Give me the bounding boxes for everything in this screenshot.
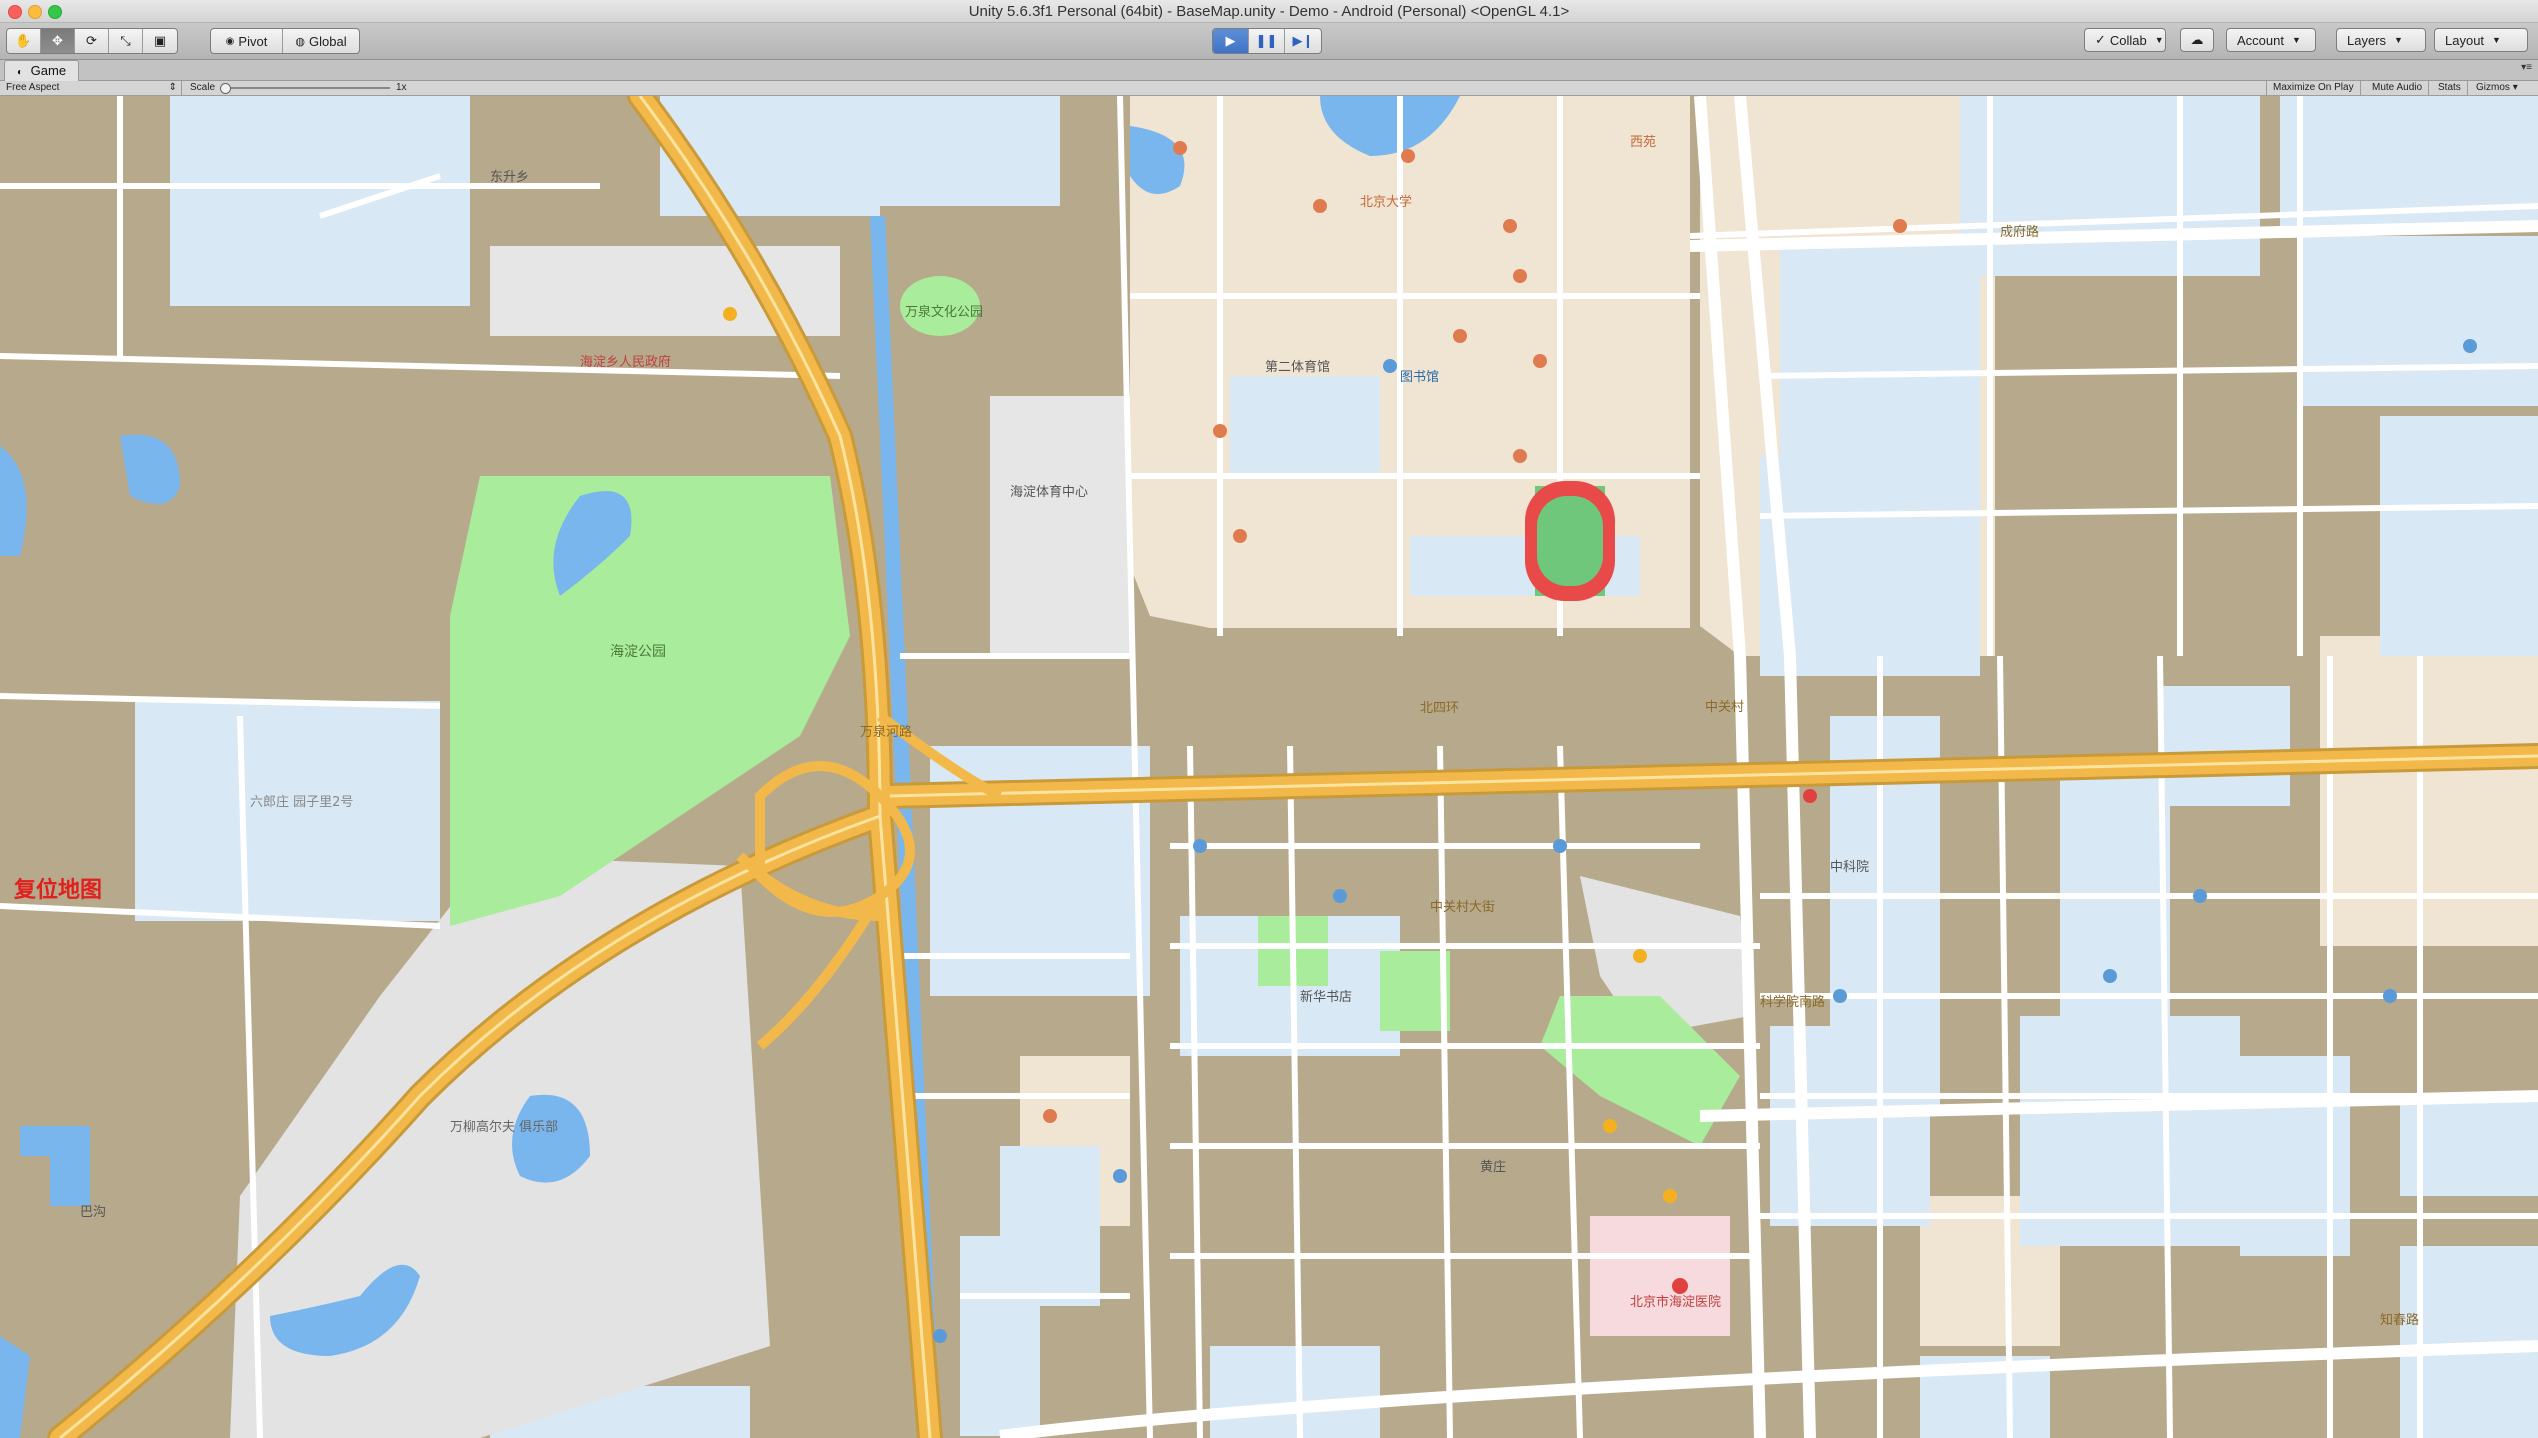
- maximize-on-play-toggle[interactable]: Maximize On Play: [2266, 81, 2361, 95]
- zhongguancun-road-label: 中关村大街: [1430, 900, 1495, 915]
- haidian-park-label: 海淀公园: [610, 644, 666, 660]
- game-viewport[interactable]: 北京大学 海淀公园 万泉文化公园 六郎庄 园子里2号 万柳高尔夫 俱乐部 北京市…: [0, 96, 2538, 1438]
- pivot-global-toggles: ◉ Pivot ◍ Global: [210, 28, 360, 54]
- liulangzhuang-label: 六郎庄 园子里2号: [250, 794, 353, 810]
- game-icon: ◐: [17, 67, 24, 78]
- hand-icon: ✋: [15, 33, 32, 48]
- tab-game-label: Game: [30, 63, 67, 78]
- park-area: [1380, 951, 1450, 1031]
- stats-toggle[interactable]: Stats: [2432, 81, 2468, 95]
- scale-value: 1x: [396, 82, 407, 93]
- hand-tool-button[interactable]: ✋: [7, 29, 41, 53]
- play-icon: ▶: [1225, 33, 1236, 48]
- huangzhuang-label: 黄庄: [1480, 1159, 1506, 1175]
- game-tab-bar: ◐ Game ▾≡: [0, 60, 2538, 81]
- base-map[interactable]: 北京大学 海淀公园 万泉文化公园 六郎庄 园子里2号 万柳高尔夫 俱乐部 北京市…: [0, 96, 2538, 1438]
- scale-label: Scale: [190, 82, 216, 93]
- layout-dropdown[interactable]: Layout ▼: [2434, 28, 2528, 52]
- account-dropdown[interactable]: Account ▼: [2226, 28, 2316, 52]
- global-label: Global: [309, 33, 347, 49]
- play-button[interactable]: ▶: [1213, 29, 1249, 53]
- cloud-button[interactable]: ☁: [2180, 28, 2214, 52]
- xiyuan-label: 西苑: [1630, 135, 1656, 150]
- rotate-tool-button[interactable]: ⟳: [75, 29, 109, 53]
- playback-controls: ▶ ❚❚ ▶❙: [1212, 28, 1322, 54]
- window-title: Unity 5.6.3f1 Personal (64bit) - BaseMap…: [968, 3, 1570, 20]
- haidian-hospital-label: 北京市海淀医院: [1630, 1294, 1721, 1310]
- move-icon: ✥: [52, 33, 63, 48]
- chevron-down-icon: ▼: [2492, 35, 2501, 45]
- stadium-field: [1537, 496, 1603, 586]
- rect-tool-button[interactable]: ▣: [143, 29, 177, 53]
- reset-map-button[interactable]: 复位地图: [14, 872, 102, 904]
- wanquanhe-road-label: 万泉河路: [860, 724, 912, 740]
- pause-icon: ❚❚: [1255, 33, 1278, 48]
- haidian-sports-label: 海淀体育中心: [1010, 484, 1088, 500]
- collab-label: Collab: [2109, 32, 2147, 48]
- mute-label: Mute Audio: [2372, 82, 2423, 93]
- scale-slider[interactable]: [220, 83, 390, 94]
- pivot-label: Pivot: [238, 33, 268, 49]
- gizmos-dropdown[interactable]: Gizmos ▾: [2470, 81, 2524, 95]
- renmin-gov-label: 海淀乡人民政府: [580, 355, 671, 370]
- layout-label: Layout: [2445, 32, 2485, 48]
- hospital-area: [1590, 1216, 1730, 1336]
- global-toggle[interactable]: ◍ Global: [283, 29, 359, 53]
- rect-icon: ▣: [153, 33, 167, 48]
- tab-menu-icon[interactable]: ▾≡: [2521, 62, 2532, 73]
- library-label: 图书馆: [1400, 370, 1439, 385]
- account-label: Account: [2237, 32, 2284, 48]
- kexueyuan-south-label: 科学院南路: [1760, 994, 1825, 1010]
- scale-tool-button[interactable]: ⤡: [109, 29, 143, 53]
- globe-icon: ◍: [295, 35, 306, 48]
- rotate-icon: ⟳: [86, 33, 97, 48]
- wanliu-golf-label: 万柳高尔夫 俱乐部: [450, 1119, 558, 1135]
- scale-icon: ⤡: [120, 33, 131, 48]
- maximize-label: Maximize On Play: [2273, 82, 2354, 93]
- xinhua-label: 新华书店: [1300, 989, 1352, 1005]
- dongsheng-label: 东升乡: [490, 170, 529, 185]
- transform-tools: ✋ ✥ ⟳ ⤡ ▣: [6, 28, 178, 54]
- chengfu-road-label: 成府路: [2000, 224, 2039, 240]
- layers-dropdown[interactable]: Layers ▼: [2336, 28, 2426, 52]
- chevron-down-icon: ▼: [2291, 35, 2301, 45]
- collab-check-icon: ✓: [2095, 32, 2106, 47]
- chevron-down-icon: ▼: [2394, 35, 2403, 45]
- collab-dropdown[interactable]: ✓ Collab ▼: [2084, 28, 2166, 52]
- cloud-icon: ☁: [2190, 32, 2204, 47]
- aspect-label: Free Aspect: [6, 82, 60, 93]
- tab-game[interactable]: ◐ Game: [4, 60, 80, 81]
- pivot-icon: ◉: [225, 35, 235, 47]
- pivot-toggle[interactable]: ◉ Pivot: [211, 29, 283, 53]
- north-4th-ring-label: 北四环: [1420, 701, 1459, 716]
- step-icon: ▶❙: [1292, 33, 1314, 48]
- zhongguancun-label: 中关村: [1705, 700, 1744, 715]
- main-toolbar: ✋ ✥ ⟳ ⤡ ▣ ◉ Pivot ◍ Global ▶ ❚❚ ▶❙ ✓ Col…: [0, 23, 2538, 60]
- stats-label: Stats: [2438, 82, 2461, 93]
- scale-control: Scale 1x: [184, 81, 414, 95]
- pause-button[interactable]: ❚❚: [1249, 29, 1285, 53]
- chevron-down-icon: ▼: [2154, 35, 2164, 45]
- stadium-label: 第二体育馆: [1265, 359, 1330, 375]
- ict-label: 中科院: [1830, 860, 1869, 875]
- layers-label: Layers: [2347, 32, 2387, 48]
- scale-slider-thumb[interactable]: [220, 83, 231, 94]
- aspect-dropdown[interactable]: Free Aspect ⇕: [0, 81, 182, 95]
- sports-center-area: [990, 396, 1130, 656]
- game-view-controls: Free Aspect ⇕ Scale 1x Maximize On Play …: [0, 81, 2538, 96]
- move-tool-button[interactable]: ✥: [41, 29, 75, 53]
- campus-area: [2320, 636, 2538, 946]
- window-titlebar: Unity 5.6.3f1 Personal (64bit) - BaseMap…: [0, 0, 2538, 23]
- step-button[interactable]: ▶❙: [1285, 29, 1321, 53]
- bagua-label: 巴沟: [80, 1205, 106, 1220]
- chevron-down-icon: ▾: [2512, 82, 2518, 93]
- mute-audio-toggle[interactable]: Mute Audio: [2366, 81, 2430, 95]
- zhichun-road-label: 知春路: [2380, 1312, 2419, 1328]
- peking-university-label: 北京大学: [1360, 194, 1412, 210]
- wanquan-park-label: 万泉文化公园: [905, 304, 983, 320]
- gizmos-label: Gizmos: [2476, 82, 2510, 93]
- chevron-down-icon: ⇕: [168, 82, 177, 93]
